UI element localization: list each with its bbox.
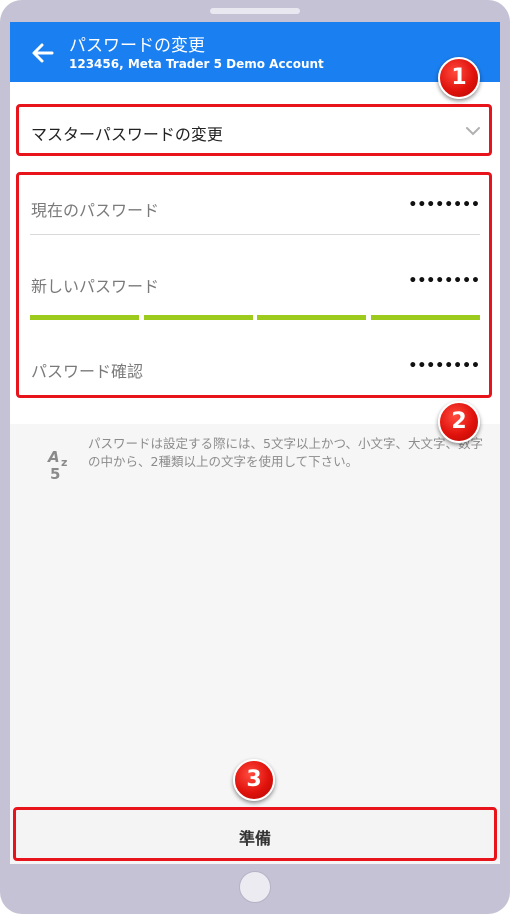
password-type-value: マスターパスワードの変更 xyxy=(31,125,223,144)
ready-button[interactable]: 準備 xyxy=(13,807,497,861)
new-password-value[interactable]: •••••••• xyxy=(408,273,480,289)
current-password-field[interactable]: 現在のパスワード •••••••• xyxy=(19,175,489,235)
password-fields-group: 現在のパスワード •••••••• 新しいパスワード •••••••• パスワー… xyxy=(16,172,492,398)
svg-text:5: 5 xyxy=(50,465,60,481)
svg-text:z: z xyxy=(61,456,67,469)
password-strength-meter xyxy=(30,315,480,320)
annotation-badge-1: 1 xyxy=(438,57,480,99)
new-password-field[interactable]: 新しいパスワード •••••••• xyxy=(19,255,489,315)
strength-segment xyxy=(257,315,366,320)
app-screen: パスワードの変更 123456, Meta Trader 5 Demo Acco… xyxy=(10,22,500,864)
ready-button-label: 準備 xyxy=(238,829,271,848)
new-password-label: 新しいパスワード xyxy=(31,277,160,296)
password-rule-hint: パスワードは設定する際には、5文字以上かつ、小文字、大文字、数字の中から、2種類… xyxy=(88,436,483,469)
back-arrow-icon[interactable] xyxy=(26,36,60,70)
chevron-down-icon xyxy=(466,127,480,136)
password-type-dropdown[interactable]: マスターパスワードの変更 xyxy=(16,104,492,156)
account-subtitle: 123456, Meta Trader 5 Demo Account xyxy=(69,57,324,71)
current-password-label: 現在のパスワード xyxy=(31,201,160,220)
phone-frame: パスワードの変更 123456, Meta Trader 5 Demo Acco… xyxy=(0,0,510,914)
field-divider xyxy=(30,234,480,235)
current-password-value[interactable]: •••••••• xyxy=(408,197,480,213)
svg-text:A: A xyxy=(47,448,60,466)
page-title: パスワードの変更 xyxy=(69,36,205,56)
strength-segment xyxy=(370,315,480,320)
confirm-password-value[interactable]: •••••••• xyxy=(408,358,480,374)
annotation-badge-3: 3 xyxy=(233,759,275,801)
app-bar: パスワードの変更 123456, Meta Trader 5 Demo Acco… xyxy=(10,22,500,82)
strength-segment xyxy=(30,315,139,320)
confirm-password-label: パスワード確認 xyxy=(31,362,144,381)
phone-speaker xyxy=(210,8,300,14)
a-z-5-icon: A z 5 xyxy=(47,448,67,481)
strength-segment xyxy=(143,315,253,320)
annotation-badge-2: 2 xyxy=(438,401,480,443)
phone-home-button xyxy=(239,871,271,903)
confirm-password-field[interactable]: パスワード確認 •••••••• xyxy=(19,340,489,395)
